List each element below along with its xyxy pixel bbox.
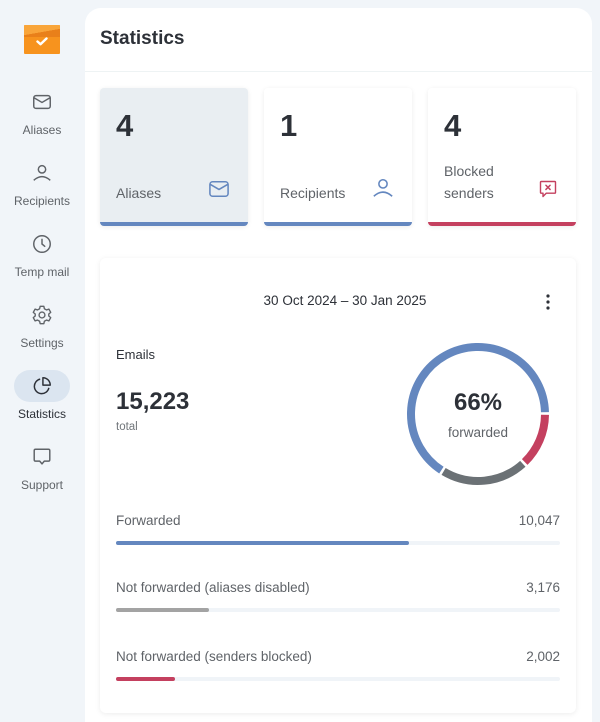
stat-card-accent-bar [428,222,576,226]
row-value: 2,002 [526,649,560,664]
progress-track [116,608,560,612]
checkmark-icon [36,37,48,46]
stat-label: Recipients [280,185,346,201]
sidebar-item-aliases[interactable]: Aliases [0,86,84,137]
emails-total-label: total [116,421,138,433]
row-label: Not forwarded (senders blocked) [116,649,312,664]
row-value: 10,047 [518,513,560,528]
app-logo[interactable] [24,25,60,54]
progress-fill [116,677,175,681]
stat-value: 4 [116,108,134,143]
person-icon [33,164,51,181]
blocked-message-icon [539,180,557,198]
donut-sublabel: forwarded [447,424,509,440]
row-label: Forwarded [116,513,181,528]
stat-label: Aliases [116,185,162,201]
stat-card-aliases[interactable]: 4 Aliases [100,88,248,226]
emails-total-value: 15,223 [116,388,190,415]
progress-fill [116,541,410,545]
person-icon [373,178,393,197]
stat-card-accent-bar [100,222,248,226]
emails-label: Emails [116,347,156,362]
stat-row-aliases-disabled: Not forwarded (aliases disabled) 3,176 [116,580,560,612]
envelope-icon [209,180,229,198]
sidebar-item-label: Temp mail [14,265,70,279]
gear-icon [32,305,52,325]
progress-fill [116,608,209,612]
more-vertical-icon [546,294,550,310]
donut-percent: 66% [453,388,503,416]
chat-bubble-icon [33,448,51,465]
sidebar-item-label: Aliases [22,123,62,137]
stat-value: 1 [280,108,298,143]
sidebar-item-support[interactable]: Support [0,441,84,492]
stat-card-blocked-senders[interactable]: 4 Blocked senders [428,88,576,226]
sidebar-item-label: Settings [20,336,64,350]
date-range[interactable]: 30 Oct 2024 – 30 Jan 2025 [100,293,590,308]
clock-icon [33,235,51,253]
stat-row-senders-blocked: Not forwarded (senders blocked) 2,002 [116,649,560,681]
page-header: Statistics [85,8,592,72]
stat-card-accent-bar [264,222,412,226]
sidebar-item-settings[interactable]: Settings [0,299,84,350]
row-label: Not forwarded (aliases disabled) [116,580,310,595]
stat-value: 4 [444,108,462,143]
sidebar-item-temp-mail[interactable]: Temp mail [0,228,84,279]
stat-row-forwarded: Forwarded 10,047 [116,513,560,545]
stat-card-recipients[interactable]: 1 Recipients [264,88,412,226]
pie-chart-icon [33,377,51,395]
donut-center: 66% forwarded [405,341,551,487]
main-content: Statistics 4 Aliases 1 Recipients 4 Bloc… [85,8,592,722]
emails-stats-panel: 30 Oct 2024 – 30 Jan 2025 Emails 15,223 … [100,258,576,713]
sidebar-item-label: Support [20,478,64,492]
row-value: 3,176 [526,580,560,595]
envelope-icon [33,94,51,110]
page-title: Statistics [100,28,185,49]
stat-label: Blocked senders [444,163,494,201]
sidebar: Aliases Recipients Temp mail Settings St… [0,0,84,722]
progress-track [116,677,560,681]
sidebar-item-label: Recipients [13,194,71,208]
progress-track [116,541,560,545]
sidebar-item-statistics[interactable]: Statistics [0,370,84,421]
sidebar-item-recipients[interactable]: Recipients [0,157,84,208]
sidebar-item-label: Statistics [17,407,66,421]
more-options-button[interactable] [538,292,558,312]
